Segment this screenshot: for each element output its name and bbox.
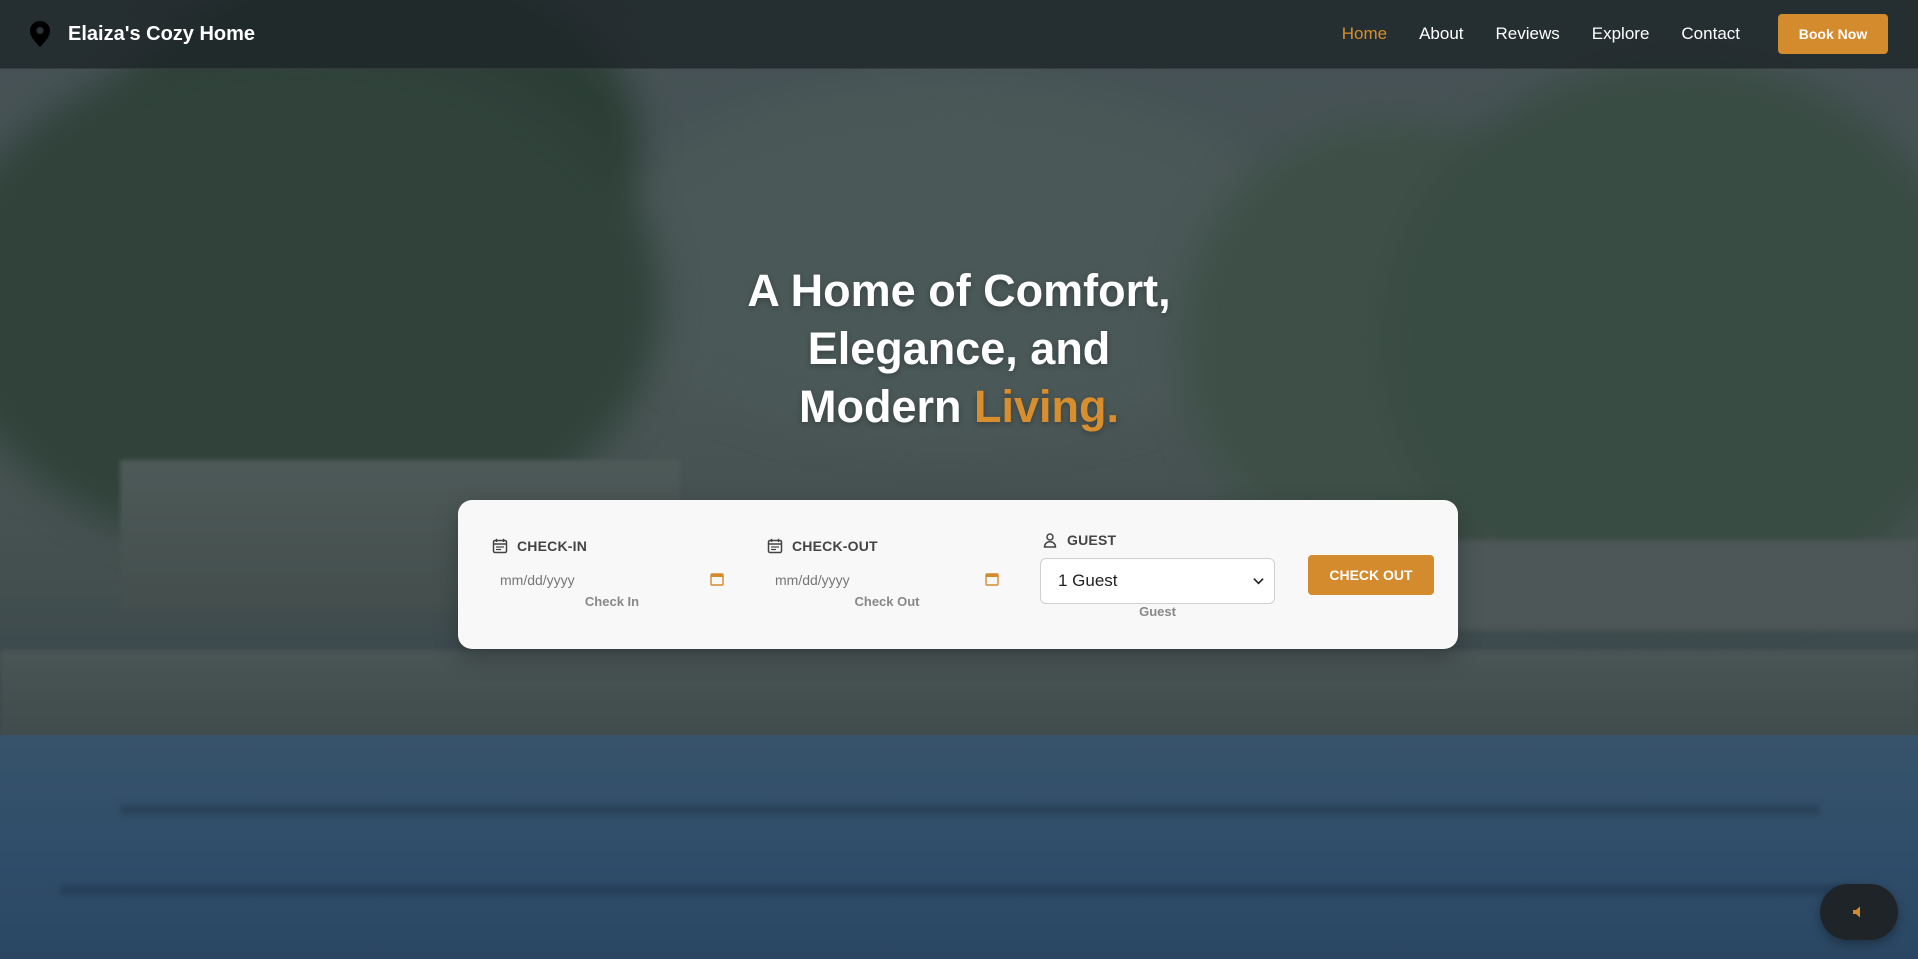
headline-line-1: A Home of Comfort,	[747, 265, 1171, 316]
nav-link-about[interactable]: About	[1419, 24, 1463, 44]
brand[interactable]: Elaiza's Cozy Home	[30, 21, 255, 47]
checkout-sub-label: Check Out	[854, 594, 920, 609]
headline-accent: Living.	[974, 381, 1119, 432]
calendar-picker-icon[interactable]	[985, 572, 999, 586]
guest-select[interactable]: 1 Guest	[1040, 558, 1275, 604]
checkin-field: CHECK-IN mm/dd/yyyy Check In	[492, 538, 732, 609]
calendar-icon	[492, 538, 508, 554]
guest-field: GUEST 1 Guest Guest	[1040, 532, 1275, 619]
nav-links: Home About Reviews Explore Contact Book …	[1342, 14, 1888, 54]
checkout-field: CHECK-OUT mm/dd/yyyy Check Out	[767, 538, 1007, 609]
checkin-date-input[interactable]: mm/dd/yyyy	[492, 568, 732, 592]
calendar-picker-icon[interactable]	[710, 572, 724, 586]
user-icon	[1043, 533, 1057, 548]
brand-name: Elaiza's Cozy Home	[68, 22, 256, 45]
nav-link-explore[interactable]: Explore	[1592, 24, 1650, 44]
nav-link-home[interactable]: Home	[1342, 24, 1387, 44]
hero-headline: A Home of Comfort, Elegance, and Modern …	[0, 262, 1918, 436]
guest-label: GUEST	[1067, 532, 1117, 548]
checkin-placeholder: mm/dd/yyyy	[500, 572, 575, 588]
nav-link-reviews[interactable]: Reviews	[1496, 24, 1560, 44]
headline-line-3: Modern Living.	[0, 378, 1918, 436]
checkout-label: CHECK-OUT	[792, 538, 878, 554]
book-now-button[interactable]: Book Now	[1778, 14, 1888, 54]
headline-line-2: Elegance, and	[807, 323, 1111, 374]
guest-selected-value: 1 Guest	[1058, 571, 1118, 590]
checkout-date-input[interactable]: mm/dd/yyyy	[767, 568, 1007, 592]
check-out-submit-button[interactable]: CHECK OUT	[1308, 555, 1434, 595]
headline-prefix: Modern	[799, 381, 974, 432]
booking-card: CHECK-IN mm/dd/yyyy Check In CHECK-OUT m…	[458, 500, 1458, 649]
nav-link-contact[interactable]: Contact	[1681, 24, 1740, 44]
checkin-label: CHECK-IN	[517, 538, 588, 554]
top-navbar: Elaiza's Cozy Home Home About Reviews Ex…	[0, 0, 1918, 69]
chevron-down-icon	[1253, 578, 1264, 585]
guest-sub-label: Guest	[1139, 604, 1176, 619]
hero-background-image	[0, 0, 1918, 959]
map-pin-icon	[30, 21, 50, 47]
speaker-icon	[1853, 906, 1860, 918]
checkin-sub-label: Check In	[584, 594, 640, 609]
sound-toggle-button[interactable]	[1820, 884, 1898, 940]
checkout-placeholder: mm/dd/yyyy	[775, 572, 850, 588]
calendar-icon	[767, 538, 783, 554]
